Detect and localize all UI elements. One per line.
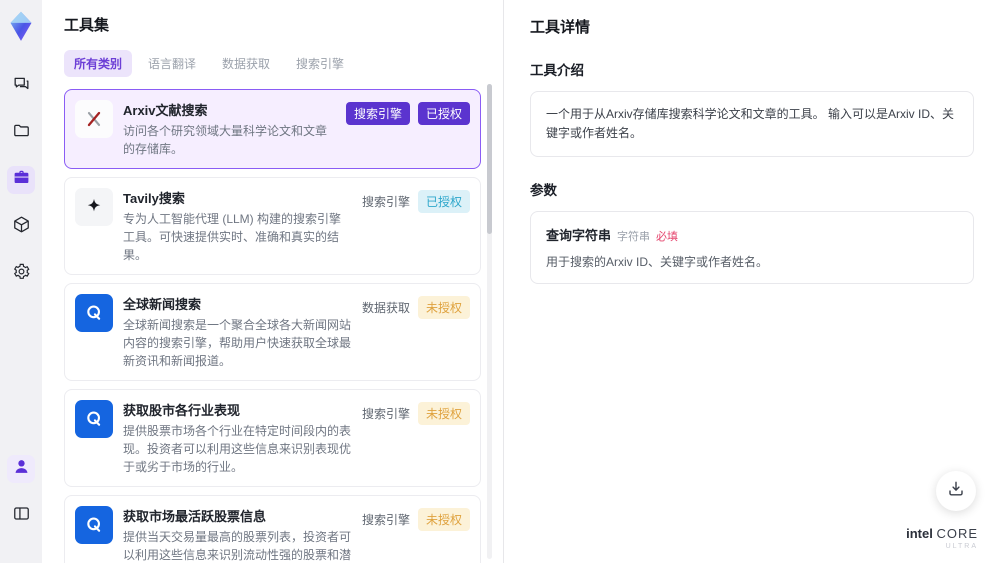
sidebar-item-files[interactable]: [7, 119, 35, 147]
parameter-required-flag: 必填: [656, 231, 679, 244]
folder-icon: [12, 121, 31, 145]
toolbox-icon: [12, 168, 31, 192]
sidebar-item-settings[interactable]: [7, 260, 35, 288]
tool-description: 专为人工智能代理 (LLM) 构建的搜索引擎工具。可快速提供实时、准确和真实的结…: [123, 212, 342, 262]
tab-translation[interactable]: 语言翻译: [138, 50, 206, 77]
tab-data-acquisition[interactable]: 数据获取: [212, 50, 280, 77]
detail-title: 工具详情: [530, 19, 591, 36]
category-tabs: 所有类别 语言翻译 数据获取 搜索引擎: [64, 50, 481, 77]
tool-description: 提供当天交易量最高的股票列表，投资者可以利用这些信息来识别流动性强的股票和潜在的…: [123, 530, 352, 562]
tool-name: 获取市场最活跃股票信息: [123, 509, 267, 524]
user-icon: [12, 457, 31, 481]
tool-list: Arxiv文献搜索 访问各个研究领域大量科学论文和文章的存储库。 搜索引擎 已授…: [64, 89, 481, 563]
tool-name: 获取股市各行业表现: [123, 403, 241, 418]
parameter-card: 查询字符串 字符串 必填 用于搜索的Arxiv ID、关键字或作者姓名。: [530, 211, 974, 285]
tool-name: 全球新闻搜索: [123, 297, 202, 312]
intel-core-logo: intel core ULTRA: [906, 526, 978, 551]
sidebar-item-models[interactable]: [7, 213, 35, 241]
app-logo-icon[interactable]: [7, 10, 35, 42]
tool-intro-box: 一个用于从Arxiv存储库搜索科学论文和文章的工具。 输入可以是Arxiv ID…: [530, 91, 974, 158]
download-button[interactable]: [936, 471, 976, 511]
panel-toggle-icon: [12, 504, 31, 528]
arxiv-logo-icon: [75, 100, 113, 138]
auth-status-badge: 已授权: [417, 190, 470, 213]
news-search-icon: [75, 400, 113, 438]
left-nav-rail: [0, 0, 42, 563]
tool-detail-panel: 工具详情 工具介绍 一个用于从Arxiv存储库搜索科学论文和文章的工具。 输入可…: [503, 0, 1000, 563]
brand-name: intel: [906, 526, 933, 542]
news-search-icon: [75, 506, 113, 544]
cube-icon: [12, 215, 31, 239]
settings-icon: [12, 262, 31, 286]
category-badge: 搜索引擎: [345, 102, 410, 125]
tool-card-arxiv[interactable]: Arxiv文献搜索 访问各个研究领域大量科学论文和文章的存储库。 搜索引擎 已授…: [64, 89, 481, 169]
tab-all-categories[interactable]: 所有类别: [64, 50, 133, 77]
page-title: 工具集: [64, 17, 110, 34]
tool-name: Tavily搜索: [123, 191, 185, 206]
sidebar-item-tools[interactable]: [7, 166, 35, 194]
category-badge: 数据获取: [361, 301, 410, 315]
list-scrollbar[interactable]: [487, 84, 492, 559]
auth-status-badge: 未授权: [417, 402, 470, 425]
parameter-description: 用于搜索的Arxiv ID、关键字或作者姓名。: [546, 255, 769, 270]
tool-name: Arxiv文献搜索: [123, 103, 208, 118]
category-badge: 搜索引擎: [361, 513, 410, 527]
auth-status-badge: 已授权: [417, 102, 470, 125]
tool-card-sector-performance[interactable]: 获取股市各行业表现 提供股票市场各个行业在特定时间段内的表现。投资者可以利用这些…: [64, 389, 481, 487]
chat-icon: [12, 74, 31, 98]
tool-description: 访问各个研究领域大量科学论文和文章的存储库。: [123, 124, 328, 156]
tool-card-global-news[interactable]: 全球新闻搜索 全球新闻搜索是一个聚合全球各大新闻网站内容的搜索引擎，帮助用户快速…: [64, 283, 481, 381]
sidebar-item-collapse[interactable]: [7, 502, 35, 530]
brand-sub-label: ULTRA: [945, 543, 978, 551]
category-badge: 搜索引擎: [361, 195, 410, 209]
category-badge: 搜索引擎: [361, 407, 410, 421]
download-icon: [946, 479, 966, 504]
sidebar-item-account[interactable]: [7, 455, 35, 483]
scrollbar-thumb[interactable]: [487, 84, 492, 234]
params-heading: 参数: [530, 183, 557, 199]
toolset-panel: 工具集 所有类别 语言翻译 数据获取 搜索引擎 Arxiv文献搜索 访问各个研究…: [42, 0, 503, 563]
brand-product: core: [936, 526, 978, 542]
auth-status-badge: 未授权: [417, 296, 470, 319]
parameter-name: 查询字符串: [546, 228, 612, 244]
sidebar-item-chat[interactable]: [7, 72, 35, 100]
parameter-type: 字符串: [617, 231, 651, 244]
sparkle-icon: [75, 188, 113, 226]
tool-card-tavily[interactable]: Tavily搜索 专为人工智能代理 (LLM) 构建的搜索引擎工具。可快速提供实…: [64, 177, 481, 275]
auth-status-badge: 未授权: [417, 508, 470, 531]
tab-search-engine[interactable]: 搜索引擎: [286, 50, 354, 77]
news-search-icon: [75, 294, 113, 332]
tool-description: 提供股票市场各个行业在特定时间段内的表现。投资者可以利用这些信息来识别表现优于或…: [123, 424, 352, 474]
tool-card-most-active-stocks[interactable]: 获取市场最活跃股票信息 提供当天交易量最高的股票列表，投资者可以利用这些信息来识…: [64, 495, 481, 563]
tool-description: 全球新闻搜索是一个聚合全球各大新闻网站内容的搜索引擎，帮助用户快速获取全球最新资…: [123, 318, 352, 368]
intro-heading: 工具介绍: [530, 63, 584, 78]
